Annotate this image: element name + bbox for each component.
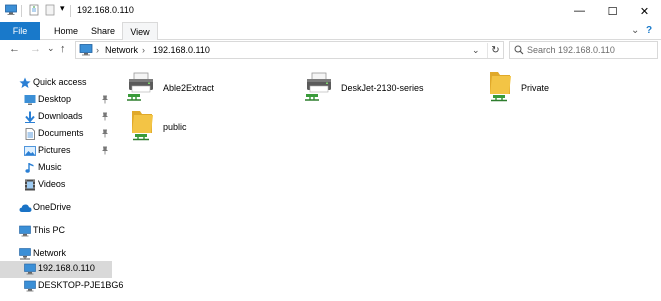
customize-toolbar-icon[interactable]: ▾ (60, 3, 65, 14)
music-note-icon (24, 162, 36, 174)
nav-item-music[interactable]: Music (0, 160, 112, 176)
nav-label: This PC (33, 225, 66, 235)
titlebar-divider (70, 5, 71, 17)
nav-label: DESKTOP-PJE1BG6 (38, 280, 124, 290)
network-icon (19, 248, 31, 260)
nav-label: Quick access (33, 77, 87, 87)
nav-item-videos[interactable]: Videos (0, 177, 112, 193)
item-label: Able2Extract (163, 83, 215, 93)
network-icon (79, 44, 93, 58)
nav-label: 192.168.0.110 (38, 263, 95, 273)
breadcrumb-host[interactable]: 192.168.0.110 (153, 45, 210, 55)
new-folder-icon[interactable] (44, 4, 56, 18)
pin-icon[interactable] (101, 95, 109, 106)
refresh-icon[interactable]: ↻ (487, 43, 503, 58)
nav-label: OneDrive (33, 202, 72, 212)
pictures-icon (24, 145, 36, 157)
up-arrow-icon[interactable]: ↑ (60, 43, 66, 55)
address-bar[interactable]: › Network › 192.168.0.110 ⌄ ↻ (75, 41, 504, 59)
printer-icon (304, 70, 336, 102)
help-icon[interactable]: ? (646, 25, 652, 36)
nav-item-onedrive[interactable]: OneDrive (0, 200, 112, 216)
nav-label: Pictures (38, 145, 71, 155)
cloud-icon (19, 203, 32, 215)
list-item[interactable]: Private (484, 70, 661, 108)
nav-label: Videos (38, 179, 66, 189)
search-box[interactable] (509, 41, 658, 59)
address-row: ← → ⌄ ↑ › Network › 192.168.0.110 ⌄ ↻ (0, 40, 661, 61)
computer-icon (19, 225, 31, 237)
shared-folder-icon (126, 109, 158, 141)
item-label: DeskJet-2130-series (341, 83, 424, 93)
recent-locations-icon[interactable]: ⌄ (47, 43, 55, 54)
star-icon (19, 77, 31, 89)
list-item[interactable]: DeskJet-2130-series (304, 70, 484, 108)
breadcrumb-separator: › (142, 45, 145, 55)
pin-icon[interactable] (101, 112, 109, 123)
breadcrumb-separator: › (96, 45, 99, 55)
printer-icon (126, 70, 158, 102)
desktop-icon (24, 94, 36, 106)
search-input[interactable] (527, 43, 655, 57)
ribbon-tabs: File Home Share View ⌄ ? (0, 22, 661, 41)
nav-label: Documents (38, 128, 84, 138)
forward-arrow-icon[interactable]: → (30, 43, 41, 55)
item-label: Private (521, 83, 550, 93)
back-arrow-icon[interactable]: ← (9, 43, 20, 55)
title-bar: ▾ 192.168.0.110 — ☐ ✕ (0, 0, 661, 22)
nav-item-desktop[interactable]: Desktop (0, 92, 112, 108)
vertical-scrollbar[interactable] (648, 61, 661, 301)
pin-icon[interactable] (101, 146, 109, 157)
nav-label: Desktop (38, 94, 72, 104)
tab-share[interactable]: Share (86, 22, 120, 40)
video-icon (24, 179, 36, 191)
properties-icon[interactable] (28, 4, 40, 18)
tab-home[interactable]: Home (48, 22, 84, 40)
nav-item-downloads[interactable]: Downloads (0, 109, 112, 125)
computer-icon (24, 280, 36, 292)
list-item[interactable]: Able2Extract (126, 70, 306, 108)
nav-item-pictures[interactable]: Pictures (0, 143, 112, 159)
item-label: public (163, 122, 187, 132)
nav-label: Downloads (38, 111, 83, 121)
nav-item-desktop-pje1bg6[interactable]: DESKTOP-PJE1BG6 (0, 278, 123, 294)
nav-label: Network (33, 248, 67, 258)
titlebar-divider (21, 5, 22, 17)
shared-folder-icon (484, 70, 516, 102)
list-item[interactable]: public (126, 109, 306, 147)
computer-icon[interactable] (5, 4, 17, 18)
tab-file[interactable]: File (0, 22, 40, 40)
maximize-button[interactable]: ☐ (596, 0, 629, 22)
search-icon (514, 45, 524, 57)
minimize-button[interactable]: — (563, 0, 596, 22)
nav-item-this-pc[interactable]: This PC (0, 223, 112, 239)
computer-icon (24, 263, 36, 275)
nav-item-quick-access[interactable]: Quick access (0, 75, 112, 91)
document-icon (24, 128, 36, 140)
breadcrumb-network[interactable]: Network (105, 45, 138, 55)
nav-item-network[interactable]: Network (0, 246, 112, 262)
download-arrow-icon (24, 111, 36, 123)
file-list: Able2Extract DeskJet-2130-series Private… (113, 61, 648, 301)
tab-view[interactable]: View (122, 22, 158, 41)
navigation-pane: Quick access Desktop Downloads Documents (0, 66, 123, 301)
window-title: 192.168.0.110 (77, 5, 134, 15)
nav-item-documents[interactable]: Documents (0, 126, 112, 142)
address-history-icon[interactable]: ⌄ (472, 45, 480, 56)
pin-icon[interactable] (101, 129, 109, 140)
close-button[interactable]: ✕ (628, 0, 661, 22)
nav-label: Music (38, 162, 62, 172)
nav-item-host-192-168-0-110[interactable]: 192.168.0.110 (0, 261, 112, 278)
expand-ribbon-icon[interactable]: ⌄ (631, 25, 639, 36)
